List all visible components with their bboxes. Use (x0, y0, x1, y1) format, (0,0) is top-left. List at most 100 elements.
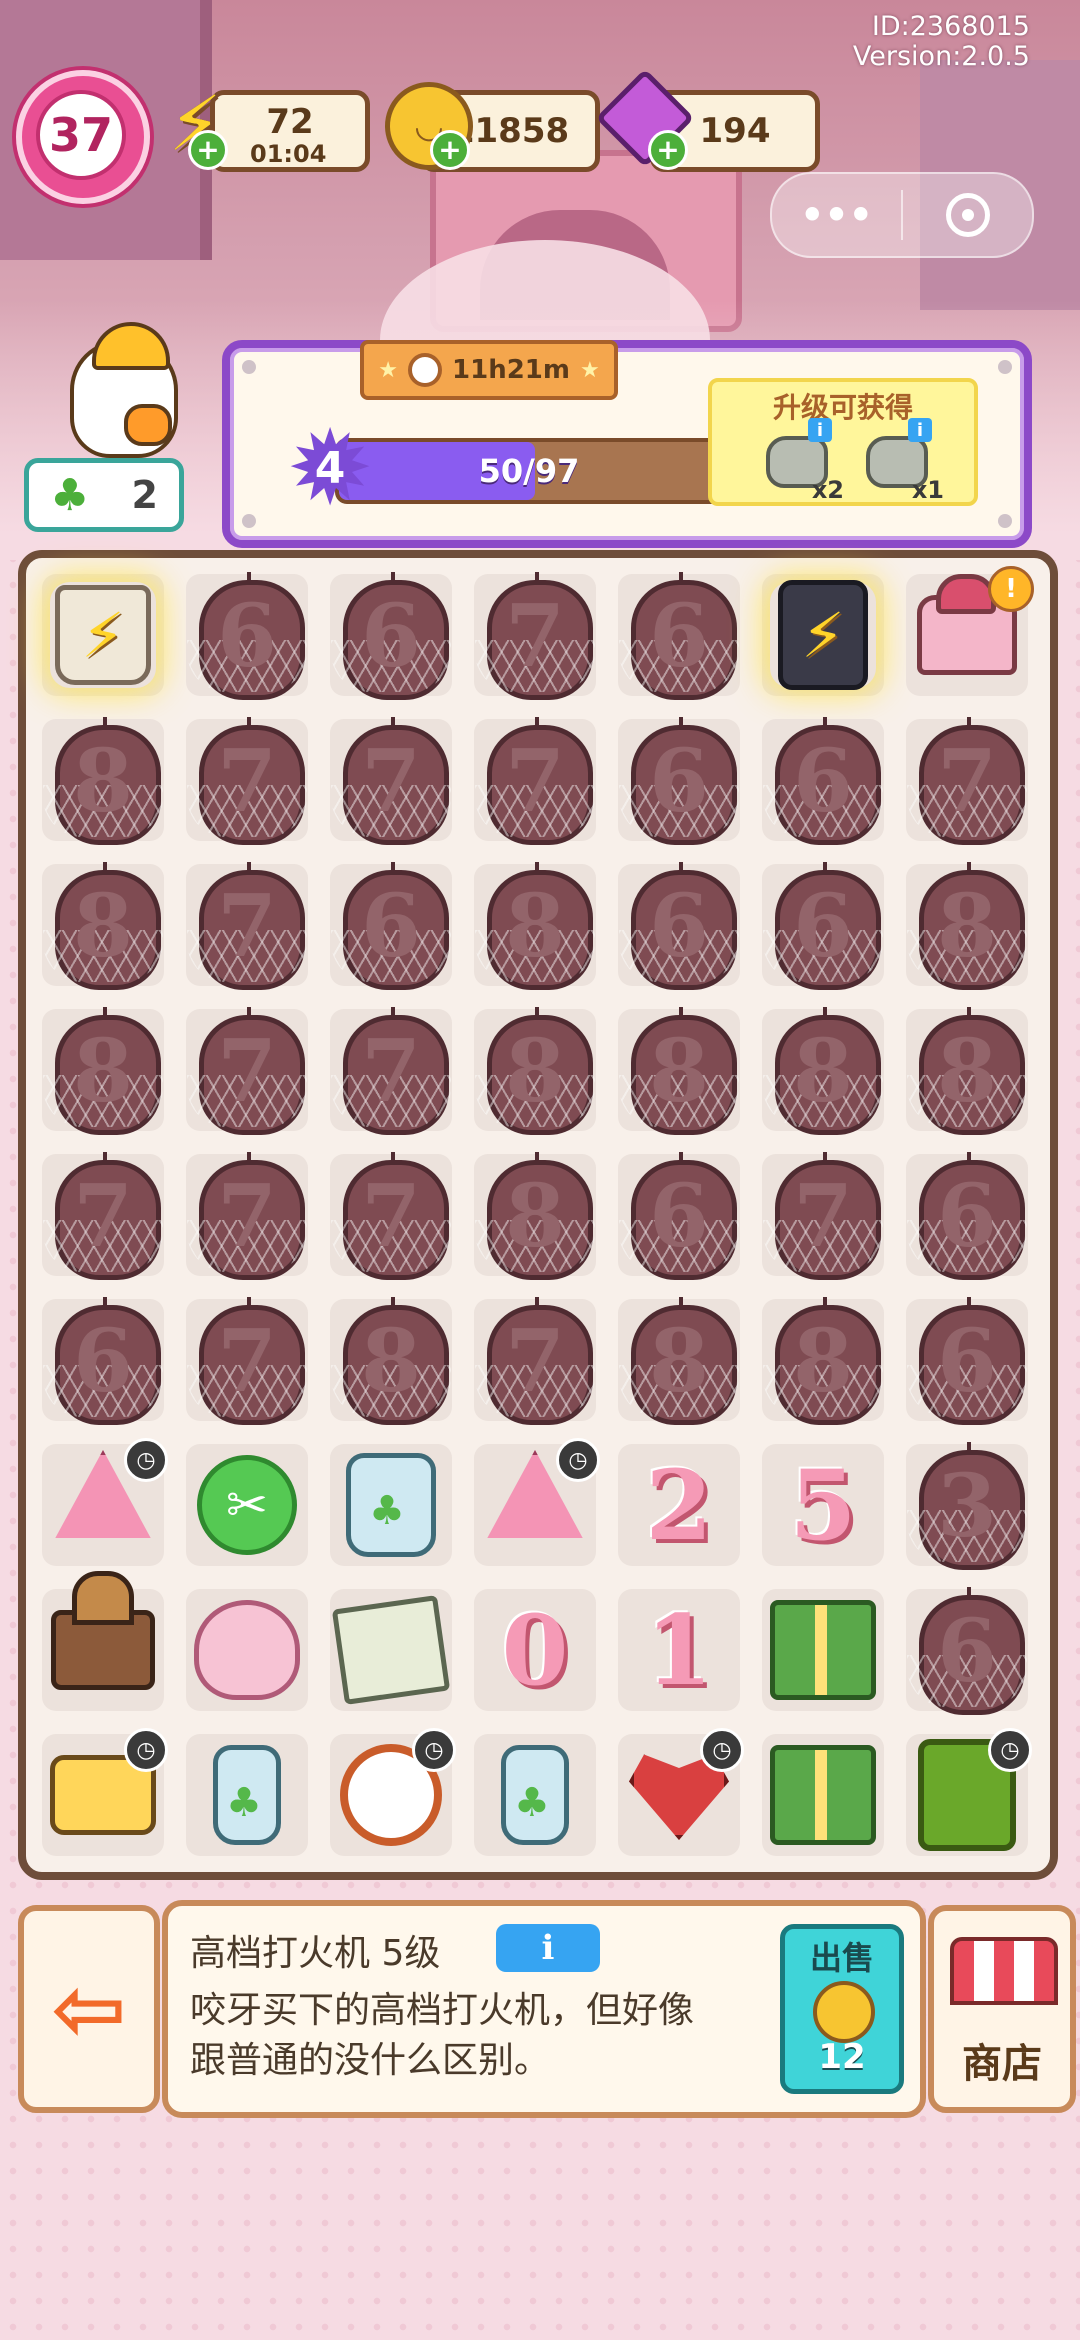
cobweb-locked-tile[interactable]: 7 (182, 1295, 312, 1425)
cobweb-locked-tile[interactable]: 6 (902, 1585, 1032, 1715)
reward-stone[interactable]: i x2 (760, 418, 844, 504)
cobweb-candle-icon: 7 (763, 1152, 883, 1280)
cobweb-locked-tile[interactable]: 6 (902, 1295, 1032, 1425)
cobweb-locked-tile[interactable]: 8 (614, 1005, 744, 1135)
locked-digit: 8 (649, 1311, 709, 1412)
locked-digit: 8 (649, 1021, 709, 1122)
player-level-badge[interactable]: 37 (16, 70, 150, 204)
lighter-generator-icon: ⚡ (770, 580, 876, 690)
cobweb-locked-tile[interactable]: 7 (470, 570, 600, 700)
cobweb-locked-tile[interactable]: 8 (470, 1150, 600, 1280)
board-item-lighter-generator[interactable]: ⚡ (758, 570, 888, 700)
item-info-button[interactable]: i (496, 1924, 600, 1972)
cobweb-locked-tile[interactable]: 6 (902, 1150, 1032, 1280)
miniprogram-capsule: ••• (770, 172, 1034, 258)
board-item-bandaged-heart[interactable]: ◷ (614, 1728, 744, 1860)
add-energy-button[interactable]: + (188, 130, 228, 170)
cobweb-locked-tile[interactable]: 3 (902, 1440, 1032, 1570)
board-item-pink-tree[interactable]: ◷ (38, 1438, 168, 1570)
cobweb-locked-tile[interactable]: 6 (326, 570, 456, 700)
cobweb-candle-icon: 8 (43, 1007, 163, 1135)
clover-jar-icon: ♣ (338, 1452, 444, 1558)
board-item-clover-bottle[interactable]: ♣ (182, 1730, 312, 1860)
photo-book-icon (331, 1595, 451, 1705)
cobweb-locked-tile[interactable]: 8 (902, 860, 1032, 990)
sell-label: 出售 (809, 1939, 874, 1977)
reward-info-icon[interactable]: i (808, 418, 832, 442)
cobweb-locked-tile[interactable]: 6 (614, 1150, 744, 1280)
cobweb-locked-tile[interactable]: 7 (902, 715, 1032, 845)
locked-digit: 7 (361, 1166, 421, 1267)
add-coin-button[interactable]: + (430, 130, 470, 170)
cobweb-locked-tile[interactable]: 6 (614, 860, 744, 990)
shop-button[interactable]: 商店 (928, 1905, 1076, 2113)
board-item-candle-5[interactable]: 5 (758, 1440, 888, 1570)
cobweb-locked-tile[interactable]: 7 (38, 1150, 168, 1280)
board-item-alarm-clock[interactable]: ◷ (326, 1728, 456, 1860)
board-item-music-box[interactable] (38, 1571, 168, 1715)
cobweb-locked-tile[interactable]: 8 (614, 1295, 744, 1425)
cobweb-locked-tile[interactable]: 6 (758, 715, 888, 845)
cobweb-locked-tile[interactable]: 6 (614, 570, 744, 700)
locked-digit: 6 (217, 586, 277, 687)
board-item-green-pouch[interactable] (758, 1585, 888, 1715)
locked-digit: 7 (217, 876, 277, 977)
cobweb-locked-tile[interactable]: 6 (614, 715, 744, 845)
cobweb-locked-tile[interactable]: 8 (470, 1005, 600, 1135)
board-item-lantern-clock[interactable]: ◷ (902, 1728, 1032, 1860)
board-item-cake[interactable]: ! (902, 566, 1034, 700)
cobweb-locked-tile[interactable]: 6 (758, 860, 888, 990)
board-item-candle-2[interactable]: 2 (614, 1440, 744, 1570)
cooldown-timer-icon: ◷ (412, 1728, 456, 1772)
cobweb-locked-tile[interactable]: 7 (326, 715, 456, 845)
board-item-blossom-tree[interactable] (182, 1585, 312, 1715)
shop-label: 商店 (962, 2041, 1042, 2087)
close-miniprogram-button[interactable] (903, 174, 1032, 256)
clover-icon: ♣ (50, 469, 90, 521)
locked-digit: 6 (937, 1311, 997, 1412)
cobweb-locked-tile[interactable]: 7 (182, 1005, 312, 1135)
locked-digit: 8 (73, 1021, 133, 1122)
board-item-candle-0[interactable]: 0 (470, 1585, 600, 1715)
cobweb-locked-tile[interactable]: 7 (470, 1295, 600, 1425)
board-item-clover-jar-small[interactable]: ♣ (470, 1730, 600, 1860)
sell-button[interactable]: 出售 12 (780, 1924, 904, 2094)
cobweb-locked-tile[interactable]: 7 (182, 715, 312, 845)
cobweb-locked-tile[interactable]: 8 (470, 860, 600, 990)
cobweb-locked-tile[interactable]: 8 (38, 860, 168, 990)
cobweb-locked-tile[interactable]: 8 (38, 715, 168, 845)
board-item-pink-tree[interactable]: ◷ (470, 1438, 600, 1570)
board-item-photo-book[interactable] (326, 1585, 456, 1715)
cobweb-locked-tile[interactable]: 7 (182, 860, 312, 990)
reward-info-icon[interactable]: i (908, 418, 932, 442)
more-menu-button[interactable]: ••• (772, 174, 901, 256)
cobweb-locked-tile[interactable]: 8 (38, 1005, 168, 1135)
board-item-planter-generator[interactable]: ⚡ (38, 570, 168, 700)
cobweb-candle-icon: 6 (907, 1152, 1027, 1280)
reward-stone[interactable]: i x1 (860, 418, 944, 504)
worker-duck[interactable] (30, 322, 180, 470)
cobweb-locked-tile[interactable]: 7 (326, 1005, 456, 1135)
board-item-scissors[interactable]: ✂ (182, 1440, 312, 1570)
board-item-clover-jar[interactable]: ♣ (326, 1440, 456, 1570)
exit-button[interactable]: ⇦ (18, 1905, 160, 2113)
cobweb-locked-tile[interactable]: 6 (326, 860, 456, 990)
cobweb-locked-tile[interactable]: 8 (758, 1295, 888, 1425)
number-candle-icon: 0 (482, 1594, 588, 1707)
board-item-duck-scale[interactable]: ◷ (38, 1728, 168, 1860)
cobweb-locked-tile[interactable]: 8 (758, 1005, 888, 1135)
cobweb-locked-tile[interactable]: 7 (326, 1150, 456, 1280)
cobweb-locked-tile[interactable]: 6 (182, 570, 312, 700)
cobweb-locked-tile[interactable]: 7 (470, 715, 600, 845)
board-item-green-gift[interactable] (758, 1730, 888, 1860)
cobweb-locked-tile[interactable]: 6 (38, 1295, 168, 1425)
board-item-candle-1[interactable]: 1 (614, 1585, 744, 1715)
clover-counter[interactable]: ♣ 2 (24, 458, 184, 532)
cobweb-locked-tile[interactable]: 7 (758, 1150, 888, 1280)
cobweb-locked-tile[interactable]: 7 (182, 1150, 312, 1280)
cobweb-locked-tile[interactable]: 8 (902, 1005, 1032, 1135)
add-gem-button[interactable]: + (648, 130, 688, 170)
cobweb-locked-tile[interactable]: 8 (326, 1295, 456, 1425)
cobweb-candle-icon: 7 (475, 572, 595, 700)
item-info-panel: 高档打火机 5级 i 咬牙买下的高档打火机，但好像跟普通的没什么区别。 出售 1… (162, 1900, 926, 2118)
